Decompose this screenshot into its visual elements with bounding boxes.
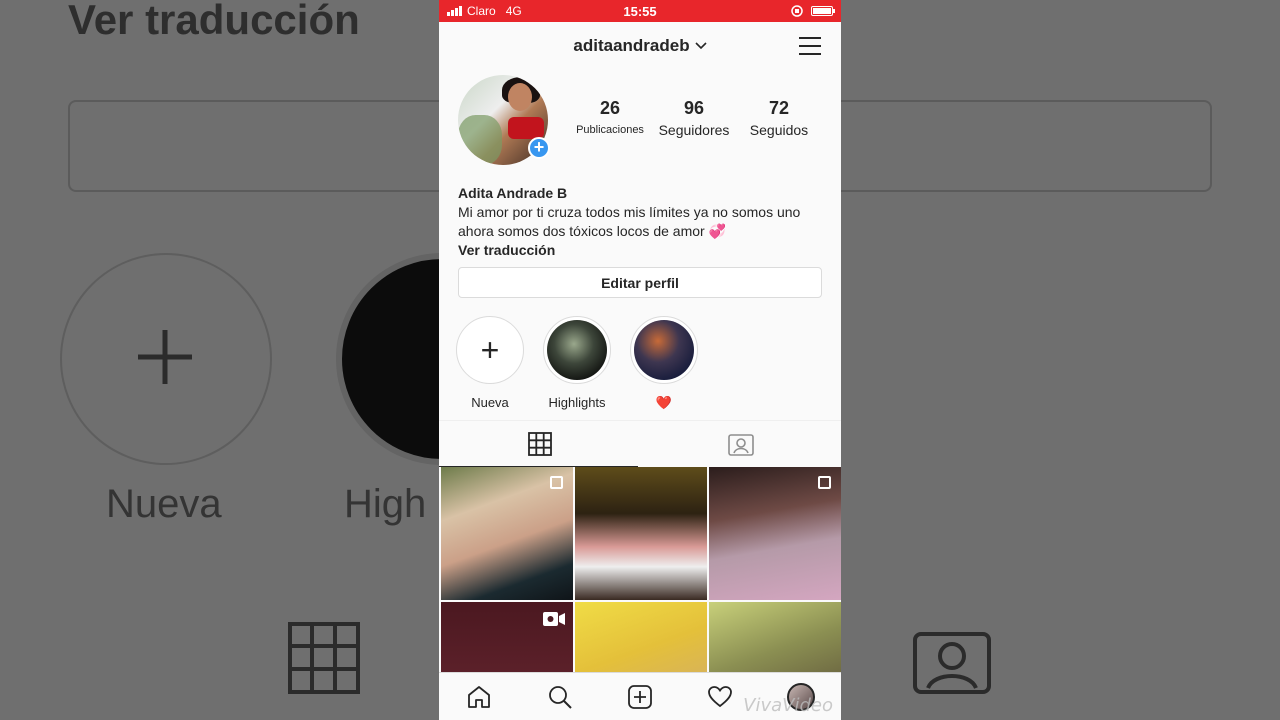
add-story-plus-icon[interactable]: + [528, 137, 550, 159]
username: aditaandradeb [573, 36, 690, 55]
followers-label: Seguidores [658, 122, 730, 138]
background-title: Ver traducción [68, 0, 360, 43]
phone-screen: Claro 4G 15:55 aditaandradeb + 26 Public… [439, 0, 841, 720]
bio-section: Adita Andrade B Mi amor por ti cruza tod… [439, 184, 841, 260]
highlights-row: + Nueva Highlights ❤️ [439, 316, 841, 420]
stat-posts[interactable]: 26 Publicaciones [570, 98, 650, 136]
profile-name: Adita Andrade B [458, 185, 568, 201]
followers-count: 96 [683, 98, 705, 118]
search-icon [548, 685, 572, 709]
highlight-new[interactable]: + Nueva [455, 316, 525, 410]
posts-label: Publicaciones [576, 124, 644, 136]
background-grid-icon [288, 622, 360, 694]
nav-home[interactable] [459, 677, 499, 717]
add-post-icon [628, 684, 652, 709]
stat-followers[interactable]: 96 Seguidores [654, 98, 734, 138]
home-icon [468, 685, 491, 708]
highlight-label: ❤️ [655, 395, 673, 410]
username-switcher[interactable]: aditaandradeb [573, 36, 707, 56]
profile-tabs [439, 420, 841, 467]
bio-text: Mi amor por ti cruza todos mis límites y… [458, 204, 801, 239]
tab-grid[interactable] [439, 421, 640, 467]
post-thumbnail[interactable] [709, 467, 841, 600]
battery-icon [811, 6, 835, 16]
posts-count: 26 [599, 98, 621, 118]
status-bar: Claro 4G 15:55 [439, 0, 841, 22]
edit-profile-button[interactable]: Editar perfil [458, 267, 822, 298]
heart-icon [708, 685, 733, 707]
nav-activity[interactable] [700, 677, 740, 717]
highlight-label: Highlights [548, 395, 606, 410]
nav-search[interactable] [540, 677, 580, 717]
highlight-heart[interactable]: ❤️ [629, 316, 699, 411]
stat-following[interactable]: 72 Seguidos [739, 98, 819, 138]
carousel-icon [818, 476, 831, 489]
plus-icon: + [480, 332, 500, 368]
status-time: 15:55 [623, 3, 657, 19]
post-thumbnail[interactable] [575, 467, 707, 600]
background-highlights-label: High [344, 482, 427, 526]
background-tagged-icon [913, 632, 991, 694]
profile-header: aditaandradeb [439, 22, 841, 70]
nav-add[interactable] [620, 677, 660, 717]
see-translation-link[interactable]: Ver traducción [458, 241, 822, 260]
tagged-person-icon [727, 434, 754, 456]
profile-summary: + 26 Publicaciones 96 Seguidores 72 Segu… [439, 70, 841, 184]
following-count: 72 [768, 98, 790, 118]
highlight-highlights[interactable]: Highlights [542, 316, 612, 410]
grid-icon [527, 432, 552, 456]
carousel-icon [550, 476, 563, 489]
background-plus-icon [138, 330, 192, 384]
watermark: VivaVideo [743, 695, 833, 716]
highlight-label: Nueva [471, 395, 509, 410]
hamburger-icon[interactable] [799, 37, 821, 55]
post-thumbnail[interactable] [441, 467, 573, 600]
chevron-down-icon [695, 42, 707, 50]
video-icon [543, 612, 565, 626]
following-label: Seguidos [749, 122, 809, 138]
tab-tagged[interactable] [640, 421, 841, 467]
bottom-navigation: VivaVideo [439, 672, 841, 720]
background-nueva-label: Nueva [106, 482, 222, 526]
